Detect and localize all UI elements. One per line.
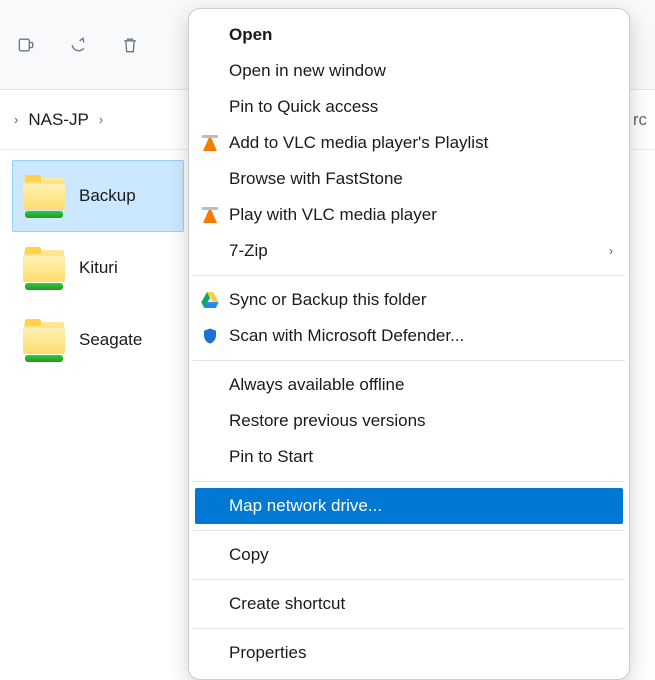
menu-item-label: Add to VLC media player's Playlist [229,133,488,153]
menu-item-sync-or-backup-this-folder[interactable]: Sync or Backup this folder [189,282,629,318]
menu-separator [193,579,625,580]
menu-item-label: Open in new window [229,61,386,81]
share-icon[interactable] [66,33,90,57]
network-folder-icon [23,176,65,216]
menu-item-browse-with-faststone[interactable]: Browse with FastStone [189,161,629,197]
partial-text: rc [633,110,647,130]
menu-item-label: Scan with Microsoft Defender... [229,326,464,346]
menu-item-label: Play with VLC media player [229,205,437,225]
folder-item-kituri[interactable]: Kituri [12,232,184,304]
menu-item-pin-to-start[interactable]: Pin to Start [189,439,629,475]
chevron-right-icon: › [99,112,103,127]
menu-item-label: Map network drive... [229,496,382,516]
menu-item-7-zip[interactable]: 7-Zip › [189,233,629,269]
folder-item-seagate[interactable]: Seagate [12,304,184,376]
folder-label: Backup [79,186,136,206]
menu-separator [193,360,625,361]
menu-item-label: 7-Zip [229,241,268,261]
menu-item-properties[interactable]: Properties [189,635,629,671]
menu-item-label: Copy [229,545,269,565]
shield-icon [199,325,221,347]
menu-separator [193,628,625,629]
menu-item-label: Restore previous versions [229,411,426,431]
menu-item-open-in-new-window[interactable]: Open in new window [189,53,629,89]
menu-item-map-network-drive[interactable]: Map network drive... [195,488,623,524]
menu-item-label: Open [229,25,272,45]
folder-item-backup[interactable]: Backup [12,160,184,232]
menu-item-play-with-vlc-media-player[interactable]: Play with VLC media player [189,197,629,233]
context-menu: Open Open in new window Pin to Quick acces… [188,8,630,680]
menu-item-label: Properties [229,643,306,663]
network-folder-icon [23,320,65,360]
folder-label: Seagate [79,330,142,350]
menu-item-label: Browse with FastStone [229,169,403,189]
menu-item-label: Create shortcut [229,594,345,614]
menu-item-pin-to-quick-access[interactable]: Pin to Quick access [189,89,629,125]
menu-item-restore-previous-versions[interactable]: Restore previous versions [189,403,629,439]
menu-item-label: Always available offline [229,375,404,395]
menu-item-label: Sync or Backup this folder [229,290,426,310]
breadcrumb-location[interactable]: NAS-JP [28,110,88,130]
menu-item-label: Pin to Quick access [229,97,378,117]
chevron-right-icon: › [14,112,18,127]
vlc-icon [199,132,221,154]
folder-label: Kituri [79,258,118,278]
delete-icon[interactable] [118,33,142,57]
chevron-right-icon: › [609,244,613,258]
gdrive-icon [199,289,221,311]
vlc-icon [199,204,221,226]
menu-item-add-to-vlc-media-player-s-playlist[interactable]: Add to VLC media player's Playlist [189,125,629,161]
menu-separator [193,275,625,276]
menu-separator [193,481,625,482]
menu-item-scan-with-microsoft-defender[interactable]: Scan with Microsoft Defender... [189,318,629,354]
menu-separator [193,530,625,531]
menu-item-always-available-offline[interactable]: Always available offline [189,367,629,403]
menu-item-copy[interactable]: Copy [189,537,629,573]
network-folder-icon [23,248,65,288]
menu-item-create-shortcut[interactable]: Create shortcut [189,586,629,622]
menu-item-open[interactable]: Open [189,17,629,53]
menu-item-label: Pin to Start [229,447,313,467]
cut-icon[interactable] [14,33,38,57]
